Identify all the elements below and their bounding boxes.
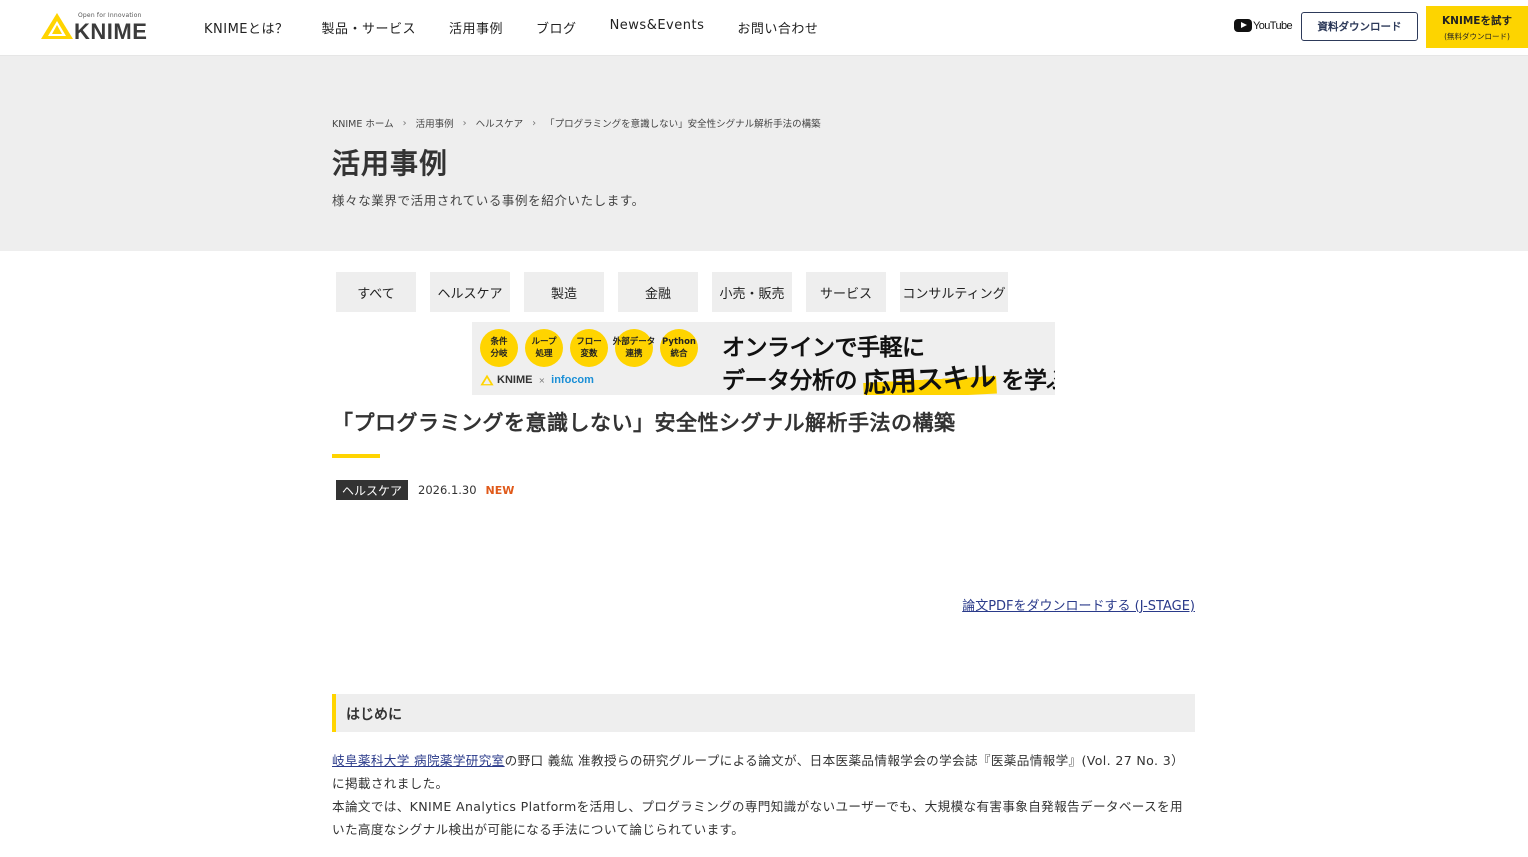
nav-item-contact[interactable]: お問い合わせ bbox=[737, 18, 818, 37]
try-knime-button[interactable]: KNIMEを試す (無料ダウンロード) bbox=[1426, 6, 1528, 48]
download-materials-button[interactable]: 資料ダウンロード bbox=[1301, 12, 1418, 41]
chevron-right-icon: › bbox=[402, 117, 407, 129]
filter-finance[interactable]: 金融 bbox=[618, 272, 698, 312]
title-underline bbox=[332, 454, 380, 458]
section-heading: はじめに bbox=[332, 694, 1195, 732]
banner-headline-1: オンラインで手軽に bbox=[722, 335, 925, 361]
topic-circle: フロー 変数 bbox=[570, 329, 608, 367]
breadcrumb-current: 「プログラミングを意識しない」安全性シグナル解析手法の構築 bbox=[545, 119, 821, 130]
topic-circle: 条件 分岐 bbox=[480, 329, 518, 367]
banner-logos: KNIME × infocom bbox=[480, 374, 594, 386]
section-heading-text: はじめに bbox=[346, 707, 402, 723]
breadcrumb-healthcare[interactable]: ヘルスケア bbox=[476, 116, 524, 130]
filter-retail[interactable]: 小売・販売 bbox=[712, 272, 792, 312]
banner-partner-logo: infocom bbox=[551, 374, 594, 386]
publish-date: 2026.1.30 bbox=[418, 483, 477, 497]
knime-triangle-icon bbox=[480, 374, 494, 386]
main-nav: KNIMEとは？ 製品・サービス 活用事例 ブログ News&Events お問… bbox=[204, 18, 851, 37]
logo-tagline: Open for Innovation bbox=[78, 12, 142, 19]
chevron-right-icon: › bbox=[532, 117, 537, 129]
page-subtitle: 様々な業界で活用されている事例を紹介いたします。 bbox=[332, 193, 645, 208]
filter-service[interactable]: サービス bbox=[806, 272, 886, 312]
article-body: 岐阜薬科大学 病院薬学研究室の野口 義紘 准教授らの研究グループによる論文が、日… bbox=[332, 749, 1195, 841]
banner-knime-logo: KNIME bbox=[497, 374, 533, 386]
university-link[interactable]: 岐阜薬科大学 病院薬学研究室 bbox=[332, 753, 505, 768]
nav-item-about[interactable]: KNIMEとは？ bbox=[204, 18, 289, 37]
new-badge: NEW bbox=[485, 483, 515, 497]
banner-highlight: 応用スキル bbox=[862, 354, 997, 395]
banner-headline-2a: データ分析の bbox=[722, 367, 858, 394]
online-training-banner[interactable]: 条件 分岐 ループ 処理 フロー 変数 外部データ 連携 Python 統合 KNIME … bbox=[472, 322, 1055, 395]
youtube-label: YouTube bbox=[1253, 19, 1293, 32]
filter-consulting[interactable]: コンサルティング bbox=[900, 272, 1008, 312]
paragraph: 本論文では、KNIME Analytics Platformを活用し、プログラミ… bbox=[332, 799, 1183, 837]
nav-item-news[interactable]: News&Events bbox=[610, 18, 705, 37]
filter-all[interactable]: すべて bbox=[336, 272, 416, 312]
category-badge[interactable]: ヘルスケア bbox=[336, 480, 409, 500]
topic-circle: ループ 処理 bbox=[525, 329, 563, 367]
breadcrumb-cases[interactable]: 活用事例 bbox=[416, 116, 454, 130]
pdf-download-link[interactable]: 論文PDFをダウンロードする (J-STAGE) bbox=[962, 595, 1195, 614]
breadcrumb-home[interactable]: KNIME ホーム bbox=[332, 116, 394, 130]
knime-triangle-icon bbox=[41, 13, 73, 39]
nav-item-products[interactable]: 製品・サービス bbox=[322, 18, 417, 37]
banner-headline-2: データ分析の 応用スキル を学ぶ bbox=[722, 354, 1056, 395]
youtube-link[interactable]: YouTube bbox=[1234, 19, 1293, 32]
topic-circle: Python 統合 bbox=[660, 329, 698, 367]
youtube-icon bbox=[1234, 19, 1252, 32]
article-meta: ヘルスケア 2026.1.30 NEW bbox=[336, 480, 514, 500]
paragraph: 岐阜薬科大学 病院薬学研究室の野口 義紘 准教授らの研究グループによる論文が、日… bbox=[332, 749, 1195, 795]
site-header: Open for Innovation KNIME KNIMEとは？ 製品・サー… bbox=[0, 0, 1528, 56]
banner-topic-circles: 条件 分岐 ループ 処理 フロー 変数 外部データ 連携 Python 統合 bbox=[480, 329, 705, 367]
topic-circle: 外部データ 連携 bbox=[613, 329, 655, 367]
breadcrumb: KNIME ホーム › 活用事例 › ヘルスケア › 「プログラミングを意識しな… bbox=[332, 116, 821, 131]
banner-times: × bbox=[538, 375, 546, 385]
page-title: 活用事例 bbox=[332, 147, 449, 180]
try-button-label: KNIMEを試す bbox=[1442, 15, 1512, 27]
banner-headline-2b: を学ぶ bbox=[1001, 367, 1056, 394]
filter-manufacturing[interactable]: 製造 bbox=[524, 272, 604, 312]
page-hero: KNIME ホーム › 活用事例 › ヘルスケア › 「プログラミングを意識しな… bbox=[0, 56, 1528, 251]
nav-item-cases[interactable]: 活用事例 bbox=[449, 18, 503, 37]
logo-wordmark: KNIME bbox=[74, 19, 148, 44]
nav-item-blog[interactable]: ブログ bbox=[536, 18, 577, 37]
article-title: 「プログラミングを意識しない」安全性シグナル解析手法の構築 bbox=[332, 411, 956, 435]
knime-logo[interactable]: Open for Innovation KNIME bbox=[40, 10, 156, 44]
filter-healthcare[interactable]: ヘルスケア bbox=[430, 272, 510, 312]
category-filters: すべて ヘルスケア 製造 金融 小売・販売 サービス コンサルティング bbox=[336, 272, 1022, 312]
try-button-sublabel: (無料ダウンロード) bbox=[1444, 32, 1510, 41]
chevron-right-icon: › bbox=[462, 117, 467, 129]
